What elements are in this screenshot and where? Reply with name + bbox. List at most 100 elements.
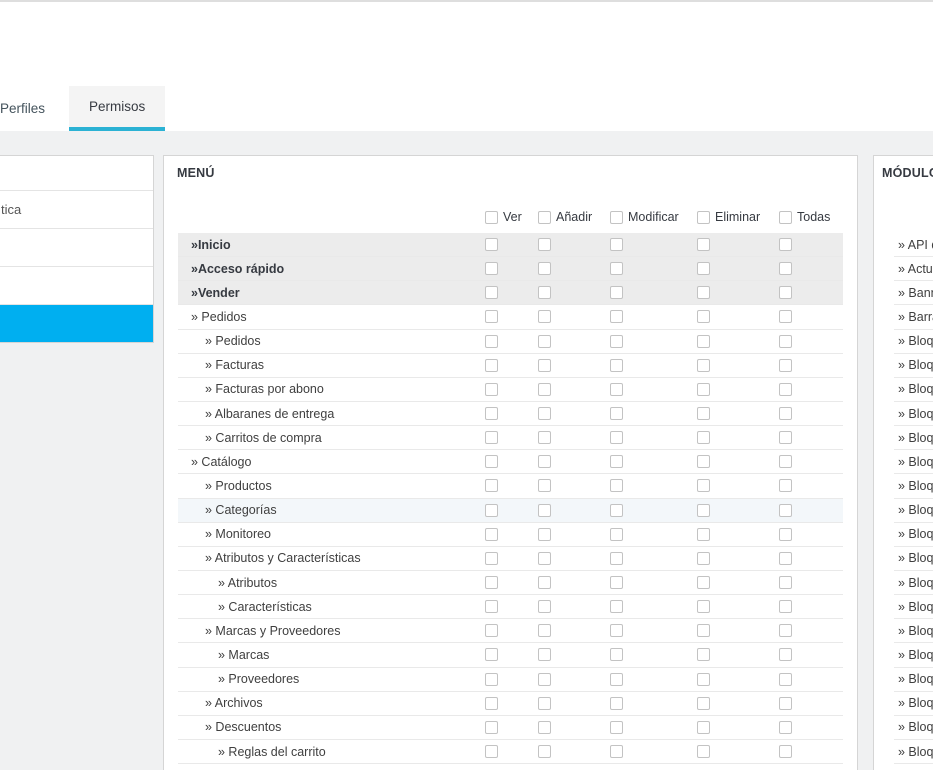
permission-ver-checkbox[interactable] bbox=[485, 576, 498, 590]
permission-eliminar-checkbox[interactable] bbox=[697, 479, 710, 493]
permission-eliminar-checkbox[interactable] bbox=[697, 407, 710, 421]
tab-permisos[interactable]: Permisos bbox=[69, 86, 166, 131]
permission-anadir-checkbox[interactable] bbox=[538, 696, 551, 710]
permission-ver-checkbox[interactable] bbox=[485, 720, 498, 734]
permission-ver-checkbox[interactable] bbox=[485, 648, 498, 662]
permission-todas-checkbox[interactable] bbox=[779, 334, 792, 348]
permission-todas-checkbox[interactable] bbox=[779, 407, 792, 421]
permission-anadir-checkbox[interactable] bbox=[538, 238, 551, 252]
permission-ver-checkbox[interactable] bbox=[485, 407, 498, 421]
permission-todas-checkbox[interactable] bbox=[779, 479, 792, 493]
permission-ver-checkbox[interactable] bbox=[485, 310, 498, 324]
profile-row[interactable] bbox=[0, 156, 153, 191]
profile-row[interactable] bbox=[0, 229, 153, 267]
permission-todas-checkbox[interactable] bbox=[779, 624, 792, 638]
permission-todas-checkbox[interactable] bbox=[779, 431, 792, 445]
permission-eliminar-checkbox[interactable] bbox=[697, 551, 710, 565]
permission-todas-checkbox[interactable] bbox=[779, 358, 792, 372]
permission-todas-checkbox[interactable] bbox=[779, 648, 792, 662]
tab-perfiles[interactable]: Perfiles bbox=[0, 86, 65, 131]
permission-todas-checkbox[interactable] bbox=[779, 551, 792, 565]
permission-eliminar-checkbox[interactable] bbox=[697, 262, 710, 276]
permission-eliminar-checkbox[interactable] bbox=[697, 720, 710, 734]
select-all-todas-checkbox[interactable] bbox=[779, 210, 792, 224]
permission-modificar-checkbox[interactable] bbox=[610, 600, 623, 614]
select-all-anadir-checkbox[interactable] bbox=[538, 210, 551, 224]
profile-row[interactable] bbox=[0, 267, 153, 305]
permission-anadir-checkbox[interactable] bbox=[538, 358, 551, 372]
permission-ver-checkbox[interactable] bbox=[485, 431, 498, 445]
permission-eliminar-checkbox[interactable] bbox=[697, 334, 710, 348]
permission-modificar-checkbox[interactable] bbox=[610, 745, 623, 759]
permission-todas-checkbox[interactable] bbox=[779, 286, 792, 300]
permission-eliminar-checkbox[interactable] bbox=[697, 455, 710, 469]
permission-ver-checkbox[interactable] bbox=[485, 551, 498, 565]
permission-modificar-checkbox[interactable] bbox=[610, 672, 623, 686]
permission-todas-checkbox[interactable] bbox=[779, 745, 792, 759]
permission-ver-checkbox[interactable] bbox=[485, 358, 498, 372]
permission-ver-checkbox[interactable] bbox=[485, 286, 498, 300]
permission-ver-checkbox[interactable] bbox=[485, 455, 498, 469]
permission-eliminar-checkbox[interactable] bbox=[697, 624, 710, 638]
permission-eliminar-checkbox[interactable] bbox=[697, 431, 710, 445]
permission-ver-checkbox[interactable] bbox=[485, 745, 498, 759]
permission-todas-checkbox[interactable] bbox=[779, 310, 792, 324]
permission-modificar-checkbox[interactable] bbox=[610, 431, 623, 445]
permission-modificar-checkbox[interactable] bbox=[610, 286, 623, 300]
select-all-ver-checkbox[interactable] bbox=[485, 210, 498, 224]
permission-modificar-checkbox[interactable] bbox=[610, 310, 623, 324]
permission-eliminar-checkbox[interactable] bbox=[697, 503, 710, 517]
profile-row-selected[interactable] bbox=[0, 305, 153, 342]
permission-anadir-checkbox[interactable] bbox=[538, 334, 551, 348]
permission-anadir-checkbox[interactable] bbox=[538, 382, 551, 396]
permission-modificar-checkbox[interactable] bbox=[610, 576, 623, 590]
permission-modificar-checkbox[interactable] bbox=[610, 407, 623, 421]
permission-ver-checkbox[interactable] bbox=[485, 238, 498, 252]
permission-anadir-checkbox[interactable] bbox=[538, 286, 551, 300]
permission-eliminar-checkbox[interactable] bbox=[697, 745, 710, 759]
permission-todas-checkbox[interactable] bbox=[779, 503, 792, 517]
permission-modificar-checkbox[interactable] bbox=[610, 382, 623, 396]
permission-modificar-checkbox[interactable] bbox=[610, 334, 623, 348]
permission-modificar-checkbox[interactable] bbox=[610, 720, 623, 734]
permission-eliminar-checkbox[interactable] bbox=[697, 600, 710, 614]
permission-anadir-checkbox[interactable] bbox=[538, 431, 551, 445]
permission-modificar-checkbox[interactable] bbox=[610, 479, 623, 493]
permission-modificar-checkbox[interactable] bbox=[610, 551, 623, 565]
permission-todas-checkbox[interactable] bbox=[779, 576, 792, 590]
permission-eliminar-checkbox[interactable] bbox=[697, 238, 710, 252]
permission-eliminar-checkbox[interactable] bbox=[697, 286, 710, 300]
permission-todas-checkbox[interactable] bbox=[779, 720, 792, 734]
profile-row[interactable]: tica bbox=[0, 191, 153, 229]
permission-modificar-checkbox[interactable] bbox=[610, 503, 623, 517]
permission-anadir-checkbox[interactable] bbox=[538, 407, 551, 421]
permission-eliminar-checkbox[interactable] bbox=[697, 672, 710, 686]
permission-anadir-checkbox[interactable] bbox=[538, 648, 551, 662]
permission-anadir-checkbox[interactable] bbox=[538, 479, 551, 493]
permission-modificar-checkbox[interactable] bbox=[610, 238, 623, 252]
permission-modificar-checkbox[interactable] bbox=[610, 648, 623, 662]
permission-eliminar-checkbox[interactable] bbox=[697, 527, 710, 541]
permission-ver-checkbox[interactable] bbox=[485, 503, 498, 517]
permission-eliminar-checkbox[interactable] bbox=[697, 358, 710, 372]
permission-ver-checkbox[interactable] bbox=[485, 624, 498, 638]
permission-ver-checkbox[interactable] bbox=[485, 600, 498, 614]
permission-anadir-checkbox[interactable] bbox=[538, 527, 551, 541]
permission-modificar-checkbox[interactable] bbox=[610, 624, 623, 638]
permission-anadir-checkbox[interactable] bbox=[538, 455, 551, 469]
permission-ver-checkbox[interactable] bbox=[485, 334, 498, 348]
permission-todas-checkbox[interactable] bbox=[779, 238, 792, 252]
permission-modificar-checkbox[interactable] bbox=[610, 455, 623, 469]
permission-todas-checkbox[interactable] bbox=[779, 527, 792, 541]
permission-anadir-checkbox[interactable] bbox=[538, 600, 551, 614]
permission-eliminar-checkbox[interactable] bbox=[697, 648, 710, 662]
permission-ver-checkbox[interactable] bbox=[485, 672, 498, 686]
permission-anadir-checkbox[interactable] bbox=[538, 672, 551, 686]
permission-ver-checkbox[interactable] bbox=[485, 382, 498, 396]
permission-modificar-checkbox[interactable] bbox=[610, 527, 623, 541]
permission-anadir-checkbox[interactable] bbox=[538, 745, 551, 759]
permission-todas-checkbox[interactable] bbox=[779, 672, 792, 686]
permission-todas-checkbox[interactable] bbox=[779, 455, 792, 469]
permission-ver-checkbox[interactable] bbox=[485, 527, 498, 541]
permission-todas-checkbox[interactable] bbox=[779, 382, 792, 396]
